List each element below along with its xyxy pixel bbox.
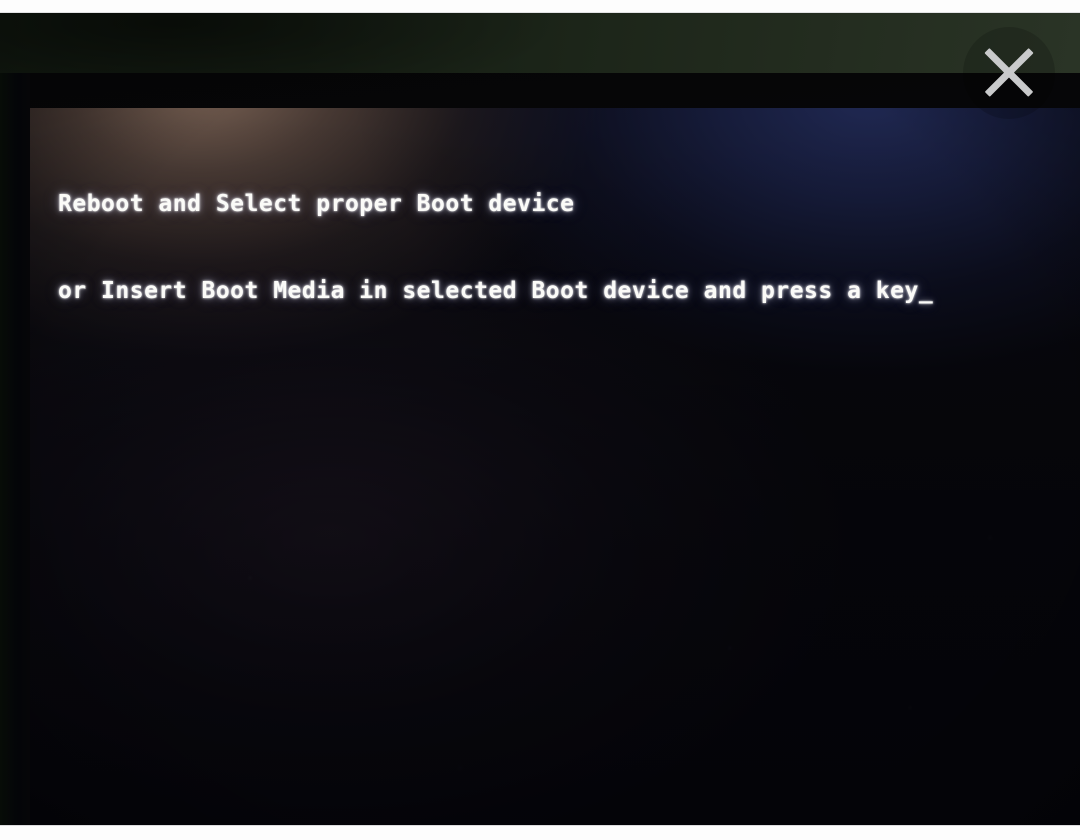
bios-message-line-1: Reboot and Select proper Boot device — [58, 191, 575, 217]
viewer-top-band — [0, 0, 1080, 13]
close-icon — [980, 44, 1038, 102]
background-wall-shadow — [0, 13, 1080, 79]
bios-text-cursor: _ — [918, 278, 934, 304]
photo-canvas: Reboot and Select proper Boot device or … — [0, 13, 1080, 825]
monitor-bezel-left-edge — [0, 73, 30, 825]
bios-message-line-2: or Insert Boot Media in selected Boot de… — [58, 278, 919, 304]
bios-message-line-2-wrapper: or Insert Boot Media in selected Boot de… — [58, 277, 933, 306]
monitor-screen: Reboot and Select proper Boot device or … — [30, 108, 1080, 825]
bios-error-message: Reboot and Select proper Boot device or … — [58, 132, 933, 364]
close-button[interactable] — [961, 25, 1056, 120]
screenshot-viewport: Reboot and Select proper Boot device or … — [0, 0, 1080, 840]
viewer-bottom-band — [0, 825, 1080, 840]
